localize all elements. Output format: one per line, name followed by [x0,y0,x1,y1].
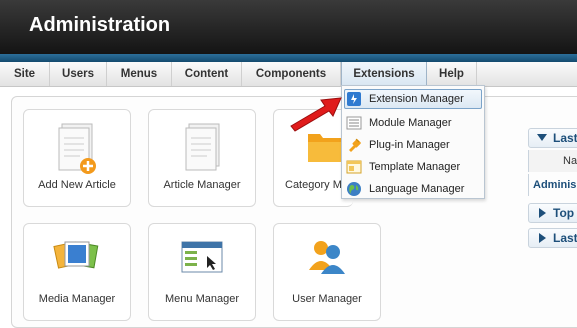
article-manager-icon [185,123,220,171]
panel1-title: Last [553,131,577,145]
extension-manager-item[interactable]: Extension Manager [342,88,484,110]
collapse-arrow-icon [537,134,547,141]
article-manager-tile[interactable]: Article Manager [148,109,256,207]
language-manager-icon [347,182,361,196]
menu-extensions-label: Extensions [353,68,415,80]
panel1-row[interactable]: Adminis [528,174,577,196]
expand-arrow-icon [539,233,546,243]
menu-components[interactable]: Components [242,62,341,86]
last-logged-in-panel-header[interactable]: Last [528,128,577,148]
extension-manager-icon [347,92,361,106]
media-manager-icon [53,241,99,269]
add-new-article-tile[interactable]: Add New Article [23,109,131,207]
header-strip [0,54,577,62]
media-manager-tile[interactable]: Media Manager [23,223,131,321]
page-title: Administration [29,14,171,36]
menu-components-label: Components [255,68,327,80]
menu-help[interactable]: Help [427,62,477,86]
template-manager-label: Template Manager [369,161,461,173]
user-manager-tile[interactable]: User Manager [273,223,381,321]
user-manager-label: User Manager [292,293,362,305]
expand-arrow-icon [539,208,546,218]
plugin-manager-label: Plug-in Manager [369,139,450,151]
last-added-panel-header[interactable]: Last [528,228,577,248]
panel1-col-name: Na [563,155,577,167]
menu-manager-icon [181,241,223,273]
menu-menus[interactable]: Menus [107,62,172,86]
menu-users-label: Users [62,68,94,80]
extensions-dropdown: Extension Manager Module Manager Plug-in… [341,85,485,199]
extension-manager-label: Extension Manager [369,93,464,105]
menu-site[interactable]: Site [0,62,50,86]
template-manager-item[interactable]: Template Manager [342,156,484,178]
menu-manager-label: Menu Manager [165,293,239,305]
pointer-arrow-icon [290,97,342,132]
admin-header: Administration [0,0,577,54]
menu-manager-tile[interactable]: Menu Manager [148,223,256,321]
menu-help-label: Help [439,68,464,80]
top-panel-header[interactable]: Top [528,203,577,223]
plugin-manager-item[interactable]: Plug-in Manager [342,134,484,156]
media-manager-label: Media Manager [38,293,116,305]
language-manager-label: Language Manager [369,183,465,195]
add-article-icon [58,123,96,174]
menu-extensions[interactable]: Extensions [341,62,427,86]
module-manager-icon [346,116,362,130]
panel1-column-header: Na [528,150,577,172]
template-manager-icon [346,160,362,174]
panel3-title: Last [553,231,577,245]
menu-menus-label: Menus [120,68,158,80]
module-manager-label: Module Manager [369,117,452,129]
category-manager-icon [308,134,344,162]
language-manager-item[interactable]: Language Manager [342,178,484,200]
menu-site-label: Site [13,68,36,80]
article-manager-label: Article Manager [163,179,241,191]
menu-content-label: Content [184,68,229,80]
plugin-manager-icon [349,138,361,152]
panel1-row-value[interactable]: Adminis [533,174,576,196]
add-new-article-label: Add New Article [38,179,116,191]
main-menubar: Site Users Menus Content Components Exte… [0,62,577,87]
module-manager-item[interactable]: Module Manager [342,112,484,134]
menu-content[interactable]: Content [172,62,242,86]
panel2-title: Top [553,206,575,220]
menu-users[interactable]: Users [50,62,107,86]
user-manager-icon [309,241,345,274]
